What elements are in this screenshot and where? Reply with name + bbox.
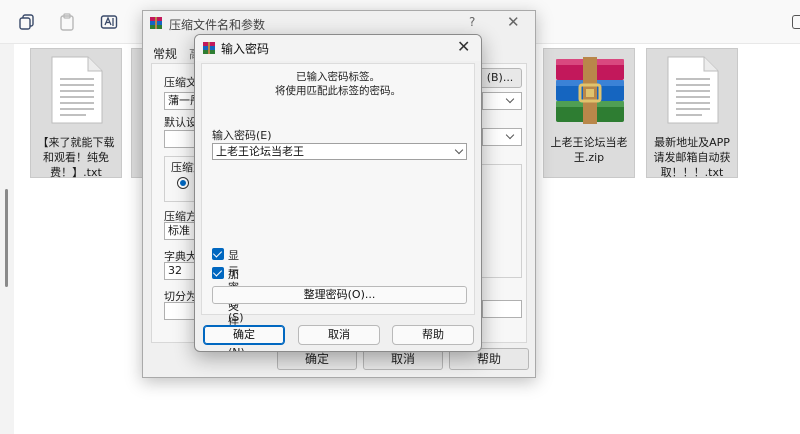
info-line-1: 已输入密码标签。 xyxy=(296,71,380,83)
text-document-icon xyxy=(664,55,722,125)
paste-icon[interactable] xyxy=(58,13,76,31)
options-group-right xyxy=(476,164,522,278)
password-help-button[interactable]: 帮助 xyxy=(392,325,474,345)
password-cancel-button[interactable]: 取消 xyxy=(298,325,380,345)
password-dialog-close-button[interactable]: ✕ xyxy=(457,37,470,56)
help-glyph-button[interactable]: ? xyxy=(469,15,475,29)
password-dialog-titlebar: 输入密码 ✕ xyxy=(195,35,481,61)
file-name: 上老王论坛当老王.zip xyxy=(550,136,628,164)
text-document-icon xyxy=(48,55,106,125)
file-name: 【来了就能下载和观看！纯免费！】.txt xyxy=(37,136,115,179)
copy-icon[interactable] xyxy=(18,13,36,31)
archive-name-combo-end[interactable] xyxy=(482,92,522,110)
winrar-app-icon xyxy=(149,16,163,30)
navigation-scrollbar[interactable] xyxy=(5,189,8,287)
enter-password-dialog: 输入密码 ✕ 已输入密码标签。 将使用匹配此标签的密码。 输入密码(E) 上老王… xyxy=(194,34,482,352)
chevron-down-icon[interactable] xyxy=(454,145,464,155)
show-password-checkbox[interactable] xyxy=(212,248,224,260)
chevron-down-icon xyxy=(505,130,515,140)
chevron-down-icon xyxy=(505,94,515,104)
file-tile-txt-1[interactable]: 【来了就能下载和观看！纯免费！】.txt xyxy=(30,48,122,179)
password-label: 输入密码(E) xyxy=(212,129,272,142)
archive-name-label: 压缩文 xyxy=(164,76,197,89)
browse-button[interactable]: (B)... xyxy=(478,68,522,88)
default-settings-label: 默认设 xyxy=(164,116,197,129)
info-line-2: 将使用匹配此标签的密码。 xyxy=(275,85,401,97)
update-mode-combo-end[interactable] xyxy=(482,128,522,146)
rename-icon[interactable] xyxy=(100,13,118,31)
format-radio[interactable] xyxy=(177,177,189,189)
password-value: 上老王论坛当老王 xyxy=(216,145,304,158)
split-volume-field-end[interactable] xyxy=(482,300,522,318)
winrar-app-icon xyxy=(202,41,216,55)
file-tile-txt-2[interactable]: 最新地址及APP请发邮箱自动获取！！！.txt xyxy=(646,48,738,179)
password-dialog-title: 输入密码 xyxy=(221,42,270,56)
archive-window-close-button[interactable]: ✕ xyxy=(507,13,520,31)
organize-passwords-button[interactable]: 整理密码(O)... xyxy=(212,286,467,304)
archive-window-title: 压缩文件名和参数 xyxy=(169,18,266,32)
encrypt-names-checkbox[interactable] xyxy=(212,267,224,279)
password-ok-button[interactable]: 确定 xyxy=(203,325,285,345)
file-name: 最新地址及APP请发邮箱自动获取！！！.txt xyxy=(653,136,731,179)
password-dialog-body: 已输入密码标签。 将使用匹配此标签的密码。 输入密码(E) 上老王论坛当老王 显… xyxy=(201,63,475,351)
winrar-archive-icon xyxy=(550,55,630,127)
tab-general[interactable]: 常规 xyxy=(153,45,177,62)
password-info-text: 已输入密码标签。 将使用匹配此标签的密码。 xyxy=(202,70,474,98)
view-options-icon[interactable] xyxy=(792,15,800,29)
file-tile-zip[interactable]: 上老王论坛当老王.zip xyxy=(543,48,635,178)
navigation-pane xyxy=(0,44,14,434)
password-combo-input[interactable]: 上老王论坛当老王 xyxy=(212,143,467,160)
